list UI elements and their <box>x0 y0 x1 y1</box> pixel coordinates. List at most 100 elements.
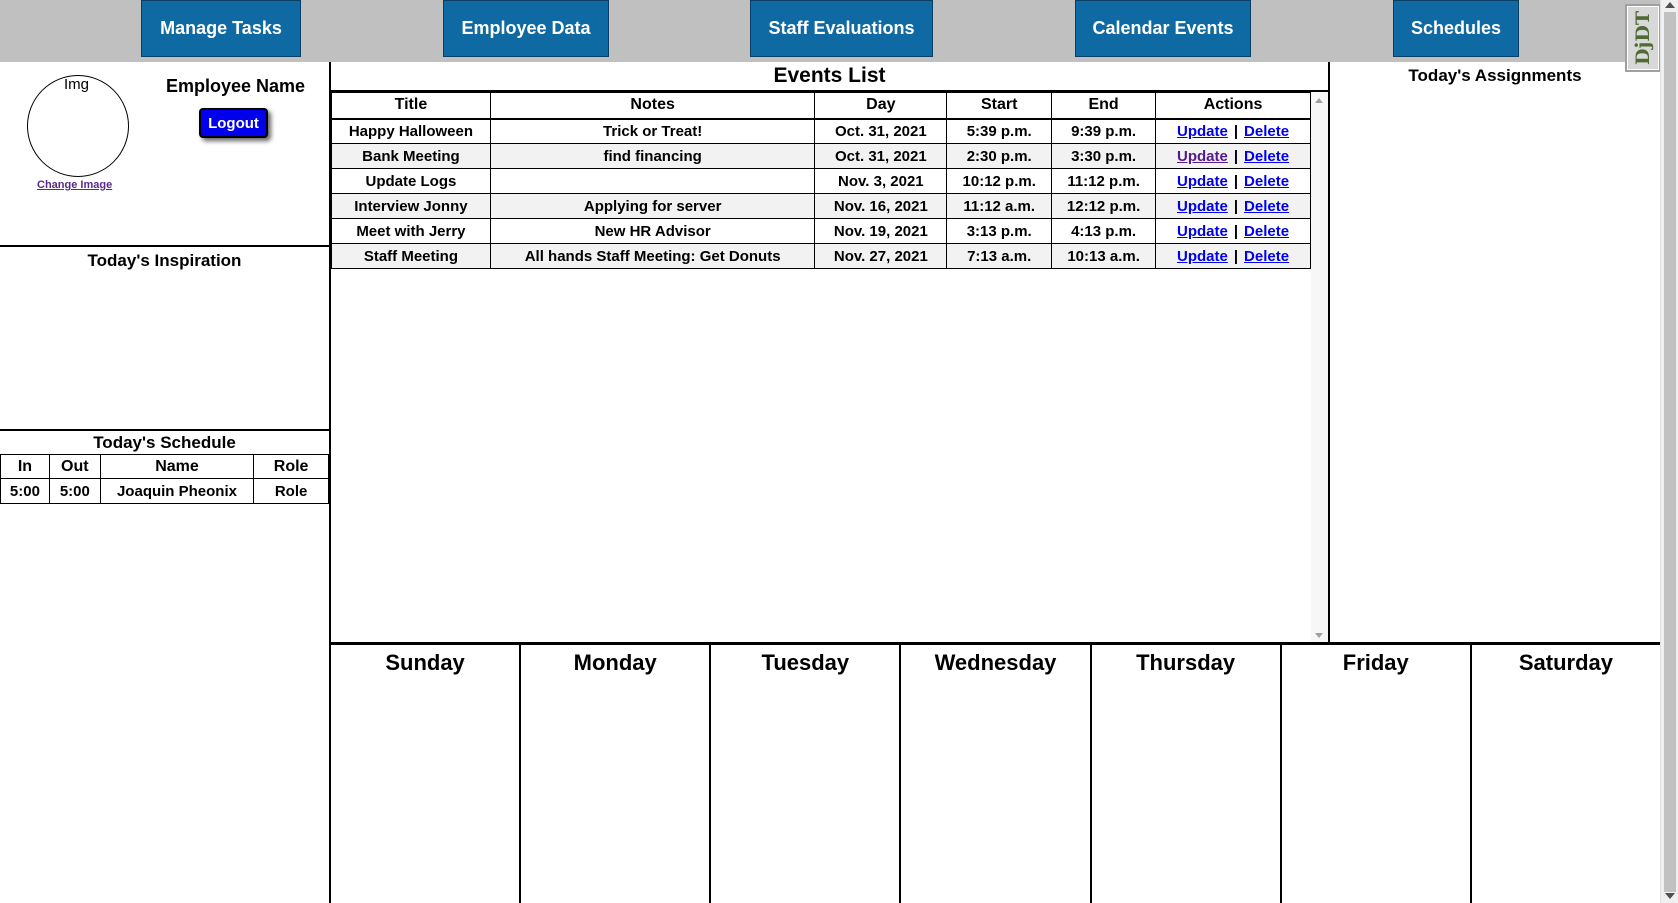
event-day: Nov. 16, 2021 <box>814 193 948 219</box>
event-actions: Update | Delete <box>1155 118 1311 144</box>
nav-schedules-button[interactable]: Schedules <box>1393 0 1519 57</box>
column-header: Actions <box>1155 92 1311 120</box>
event-start: 7:13 a.m. <box>946 243 1053 269</box>
table-row: Update Logs Nov. 3, 2021 10:12 p.m. 11:1… <box>331 168 1311 194</box>
event-notes: find financing <box>489 143 816 169</box>
nav-calendar-events-button[interactable]: Calendar Events <box>1075 0 1251 57</box>
schedule-header-row: In Out Name Role <box>0 454 329 479</box>
page-scrollbar[interactable] <box>1660 0 1678 903</box>
separator: | <box>1233 147 1239 165</box>
events-table: Title Notes Day Start End Actions Happy … <box>331 92 1311 269</box>
inspiration-title: Today's Inspiration <box>87 251 242 270</box>
update-link[interactable]: Update <box>1177 248 1228 265</box>
event-actions: Update | Delete <box>1155 243 1311 269</box>
event-notes <box>489 168 816 194</box>
update-link[interactable]: Update <box>1177 173 1228 190</box>
separator: | <box>1233 122 1239 140</box>
event-actions: Update | Delete <box>1155 193 1311 219</box>
event-title: Update Logs <box>331 168 491 194</box>
logo-text: DjDT <box>1632 11 1654 65</box>
column-header: Role <box>253 454 329 479</box>
event-notes: Trick or Treat! <box>489 118 816 144</box>
scroll-down-arrow-icon[interactable] <box>1315 633 1323 638</box>
update-link[interactable]: Update <box>1177 123 1228 140</box>
nav-employee-data-button[interactable]: Employee Data <box>443 0 609 57</box>
table-row: Happy Halloween Trick or Treat! Oct. 31,… <box>331 118 1311 144</box>
day-column-sunday: Sunday <box>331 645 522 903</box>
table-row: Interview Jonny Applying for server Nov.… <box>331 193 1311 219</box>
day-column-friday: Friday <box>1282 645 1472 903</box>
column-header: In <box>0 454 50 479</box>
events-header-row: Title Notes Day Start End Actions <box>331 92 1311 120</box>
scrollbar-thumb[interactable] <box>1664 12 1676 892</box>
table-row: 5:00 5:00 Joaquin Pheonix Role <box>0 478 329 504</box>
event-notes: New HR Advisor <box>489 218 816 244</box>
logout-button[interactable]: Logout <box>199 108 268 138</box>
event-end: 10:13 a.m. <box>1051 243 1157 269</box>
event-actions: Update | Delete <box>1155 168 1311 194</box>
change-image-link[interactable]: Change Image <box>37 179 112 191</box>
schedule-table: In Out Name Role 5:00 5:00 Joaquin Pheon… <box>0 454 329 504</box>
column-header: Day <box>814 92 948 120</box>
scroll-up-arrow-icon[interactable] <box>1315 98 1323 103</box>
column-header: Name <box>99 454 255 479</box>
schedule-name: Joaquin Pheonix <box>99 478 255 504</box>
delete-link[interactable]: Delete <box>1244 198 1289 215</box>
table-row: Bank Meeting find financing Oct. 31, 202… <box>331 143 1311 169</box>
delete-link[interactable]: Delete <box>1244 123 1289 140</box>
left-panel: Img Change Image Employee Name Logout To… <box>0 62 331 903</box>
event-day: Nov. 19, 2021 <box>814 218 948 244</box>
event-title: Bank Meeting <box>331 143 491 169</box>
event-day: Nov. 3, 2021 <box>814 168 948 194</box>
employee-name: Employee Name <box>166 76 306 96</box>
column-header: End <box>1051 92 1157 120</box>
event-start: 11:12 a.m. <box>946 193 1053 219</box>
event-day: Nov. 27, 2021 <box>814 243 948 269</box>
delete-link[interactable]: Delete <box>1244 248 1289 265</box>
events-title: Events List <box>773 64 886 87</box>
event-notes: Applying for server <box>489 193 816 219</box>
update-link[interactable]: Update <box>1177 198 1228 215</box>
scroll-up-arrow-icon[interactable] <box>1665 2 1675 8</box>
scroll-down-arrow-icon[interactable] <box>1665 893 1675 899</box>
separator: | <box>1233 222 1239 240</box>
event-title: Interview Jonny <box>331 193 491 219</box>
event-title: Happy Halloween <box>331 118 491 144</box>
event-title: Staff Meeting <box>331 243 491 269</box>
nav-manage-tasks-button[interactable]: Manage Tasks <box>141 0 301 57</box>
inspiration-section: Today's Inspiration <box>0 247 329 431</box>
event-end: 4:13 p.m. <box>1051 218 1157 244</box>
day-column-monday: Monday <box>521 645 712 903</box>
delete-link[interactable]: Delete <box>1244 148 1289 165</box>
event-day: Oct. 31, 2021 <box>814 118 948 144</box>
assignments-title: Today's Assignments <box>1408 66 1582 85</box>
delete-link[interactable]: Delete <box>1244 223 1289 240</box>
event-title: Meet with Jerry <box>331 218 491 244</box>
event-end: 11:12 p.m. <box>1051 168 1157 194</box>
separator: | <box>1233 247 1239 265</box>
delete-link[interactable]: Delete <box>1244 173 1289 190</box>
day-column-wednesday: Wednesday <box>901 645 1092 903</box>
column-header: Start <box>946 92 1053 120</box>
events-scroll-area[interactable]: Title Notes Day Start End Actions Happy … <box>331 90 1328 644</box>
events-scrollbar[interactable] <box>1311 92 1328 644</box>
event-start: 2:30 p.m. <box>946 143 1053 169</box>
day-column-thursday: Thursday <box>1092 645 1282 903</box>
event-notes: All hands Staff Meeting: Get Donuts <box>489 243 816 269</box>
top-nav-bar: Manage Tasks Employee Data Staff Evaluat… <box>0 0 1660 62</box>
event-actions: Update | Delete <box>1155 218 1311 244</box>
update-link[interactable]: Update <box>1177 148 1228 165</box>
event-end: 12:12 p.m. <box>1051 193 1157 219</box>
update-link[interactable]: Update <box>1177 223 1228 240</box>
schedule-section: Today's Schedule In Out Name Role 5:00 5… <box>0 431 329 504</box>
schedule-role: Role <box>253 478 329 504</box>
event-day: Oct. 31, 2021 <box>814 143 948 169</box>
event-start: 3:13 p.m. <box>946 218 1053 244</box>
table-row: Meet with Jerry New HR Advisor Nov. 19, … <box>331 218 1311 244</box>
nav-staff-evaluations-button[interactable]: Staff Evaluations <box>750 0 933 57</box>
day-column-tuesday: Tuesday <box>711 645 902 903</box>
event-actions: Update | Delete <box>1155 143 1311 169</box>
events-panel: Events List Title Notes Day Start End Ac… <box>331 62 1328 644</box>
assignments-panel: Today's Assignments <box>1328 62 1660 644</box>
separator: | <box>1233 172 1239 190</box>
